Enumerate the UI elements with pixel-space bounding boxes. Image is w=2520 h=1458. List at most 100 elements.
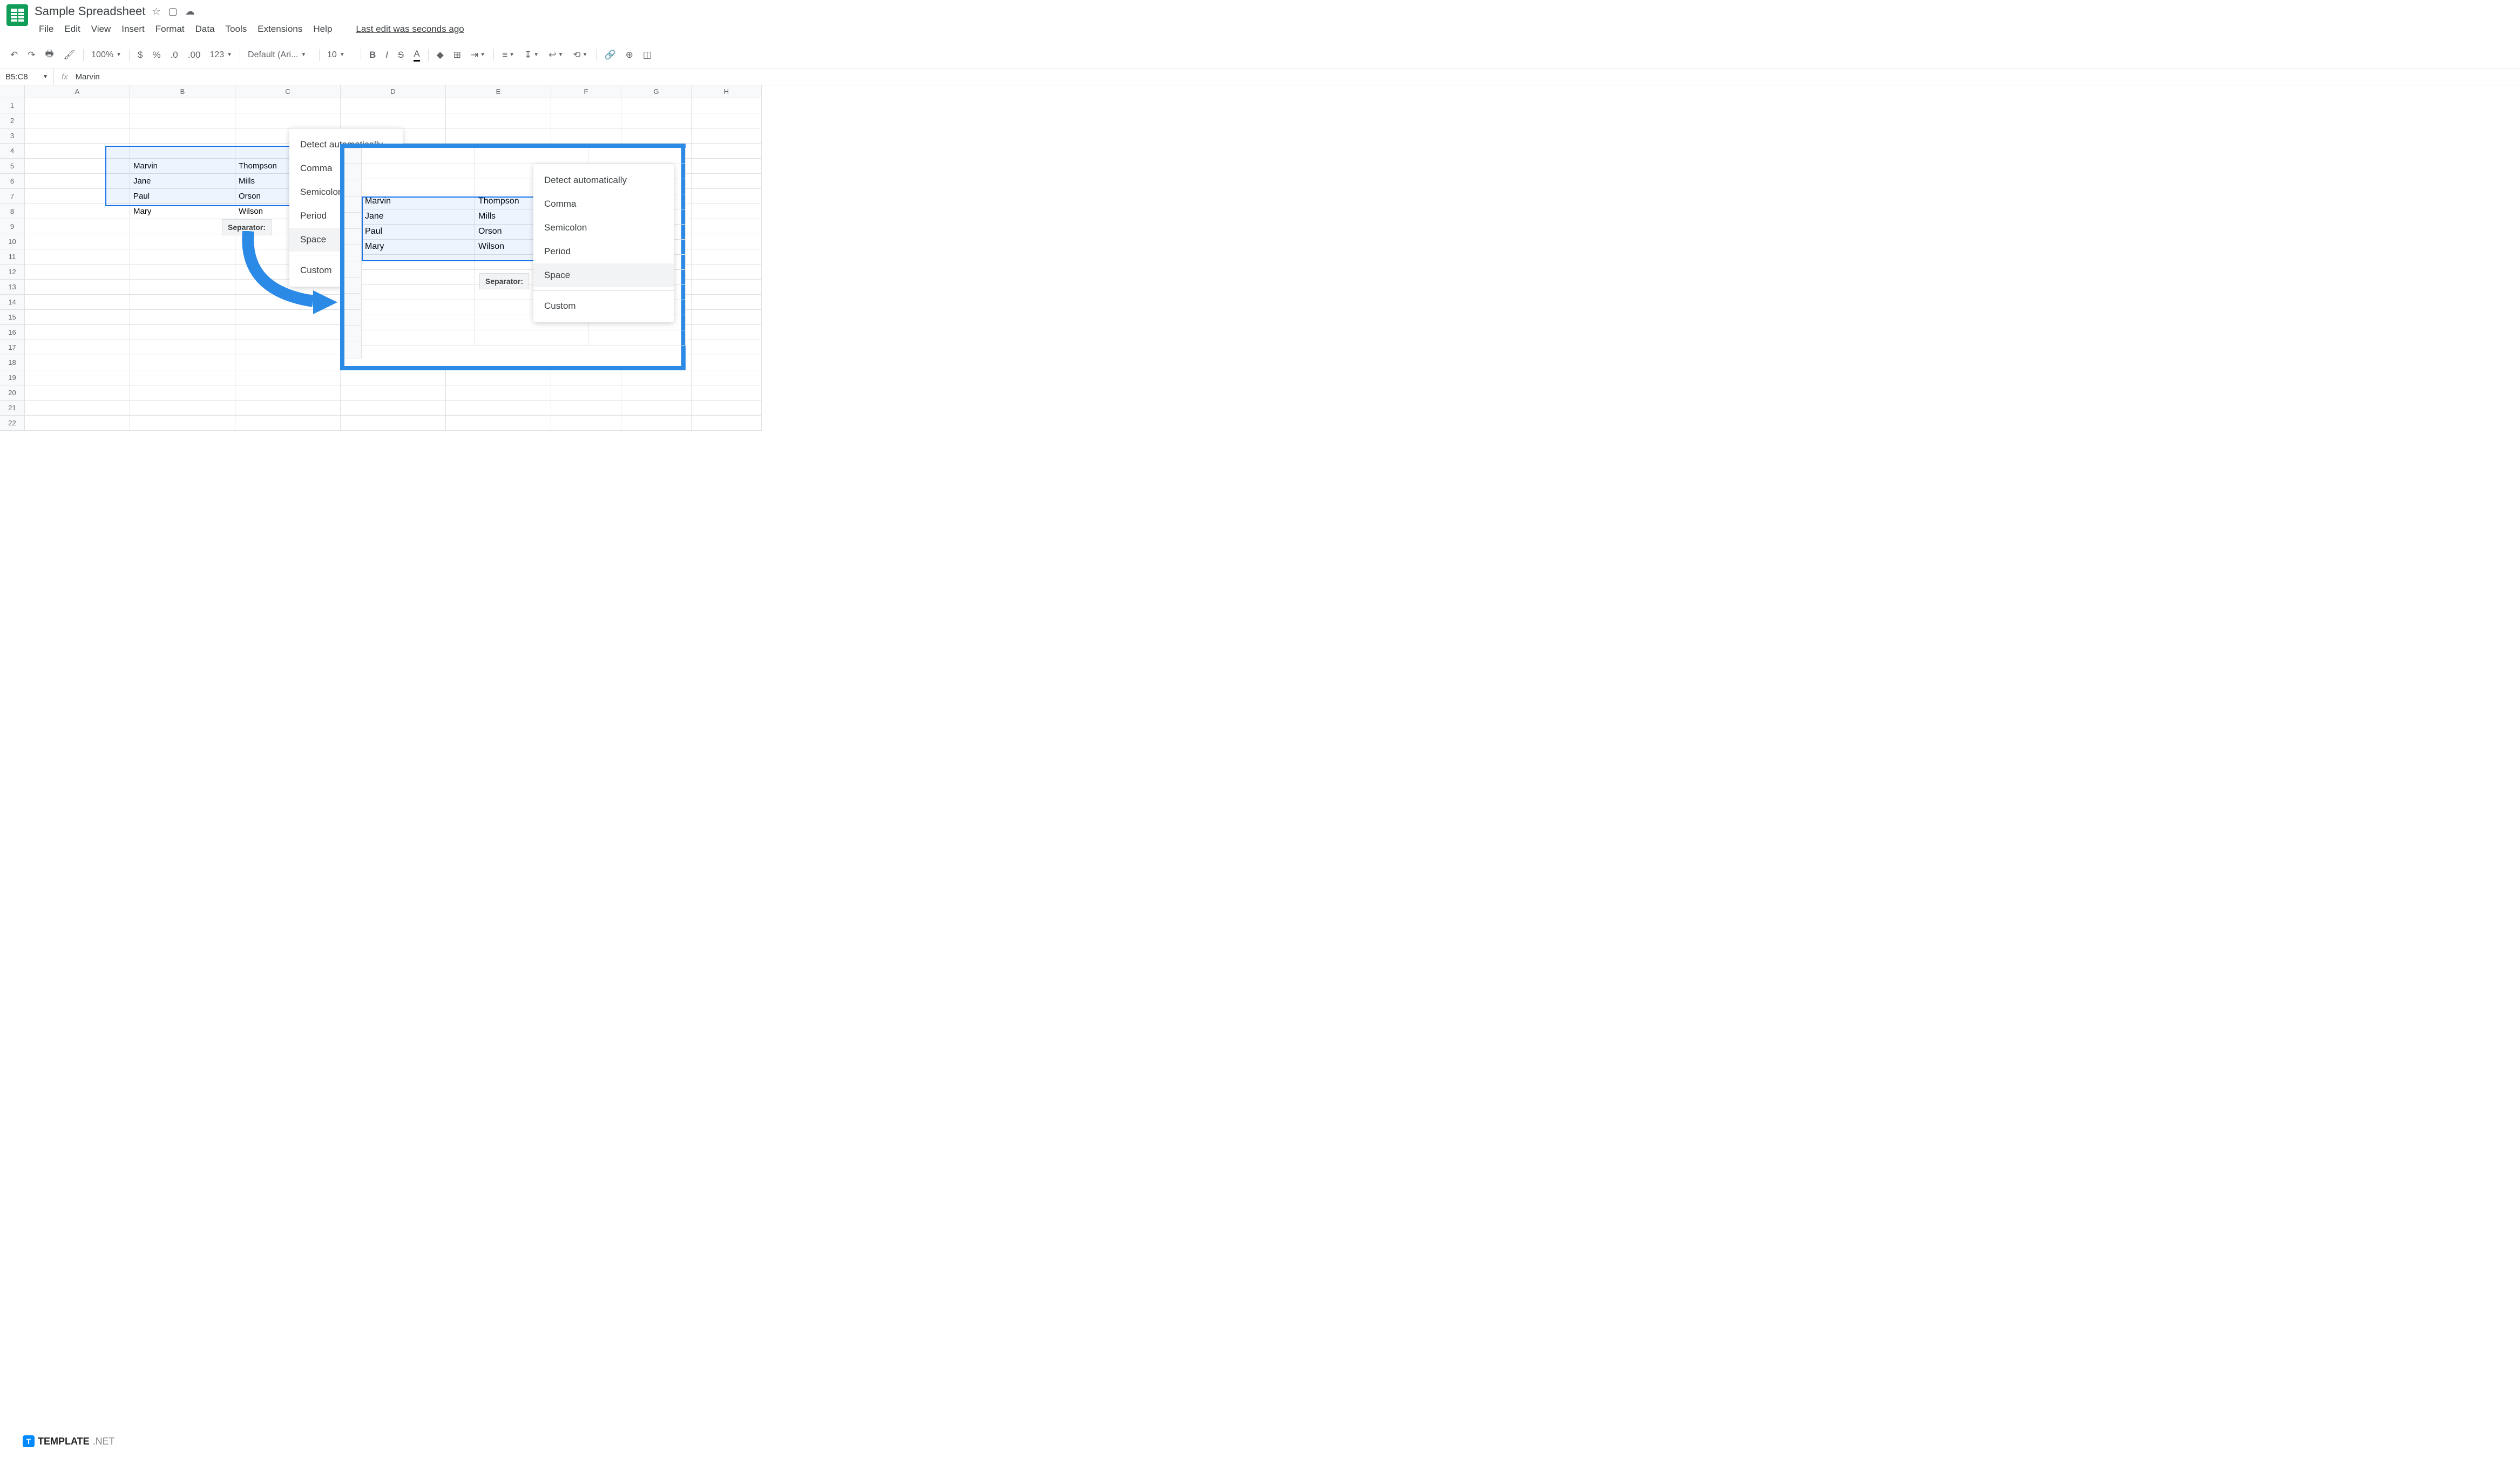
- header: Sample Spreadsheet ☆ ▢ ☁ File Edit View …: [0, 0, 2520, 37]
- formula-input[interactable]: Marvin: [76, 72, 100, 82]
- menu-format[interactable]: Format: [151, 22, 189, 37]
- chart-icon[interactable]: ◫: [639, 47, 655, 63]
- callout-dd-custom[interactable]: Custom: [533, 294, 674, 318]
- last-edit-link[interactable]: Last edit was seconds ago: [351, 22, 468, 37]
- callout-cell[interactable]: Mary: [362, 239, 475, 255]
- currency-button[interactable]: $: [134, 47, 146, 63]
- row-header[interactable]: 3: [0, 128, 25, 144]
- row-header[interactable]: 7: [0, 189, 25, 204]
- callout-cell[interactable]: Marvin: [362, 193, 475, 209]
- paint-format-icon[interactable]: 🖌: [60, 47, 79, 63]
- increase-decimal-button[interactable]: .00: [184, 47, 205, 63]
- row-header[interactable]: 8: [0, 204, 25, 219]
- menu-help[interactable]: Help: [309, 22, 336, 37]
- row-header[interactable]: 22: [0, 416, 25, 431]
- callout-dd-period[interactable]: Period: [533, 240, 674, 263]
- row-header[interactable]: 19: [0, 370, 25, 385]
- rotate-icon[interactable]: ⟲ ▼: [569, 47, 591, 63]
- name-box[interactable]: B5:C8▼: [0, 69, 54, 85]
- col-header[interactable]: D: [341, 85, 446, 98]
- row-header[interactable]: 4: [0, 144, 25, 159]
- link-icon[interactable]: 🔗: [601, 47, 620, 63]
- decrease-decimal-button[interactable]: .0: [167, 47, 182, 63]
- formula-bar: B5:C8▼ fx Marvin: [0, 69, 2520, 85]
- callout-dd-semicolon[interactable]: Semicolon: [533, 216, 674, 240]
- row-header[interactable]: 18: [0, 355, 25, 370]
- row-header[interactable]: 17: [0, 340, 25, 355]
- borders-icon[interactable]: ⊞: [450, 47, 465, 63]
- col-header[interactable]: F: [551, 85, 621, 98]
- star-icon[interactable]: ☆: [152, 6, 160, 17]
- callout-panel: MarvinThompson JaneMills PaulOrson MaryW…: [340, 144, 686, 370]
- col-header[interactable]: E: [446, 85, 551, 98]
- row-header[interactable]: 11: [0, 249, 25, 265]
- font-select[interactable]: Default (Ari...▼: [245, 48, 315, 62]
- font-size-select[interactable]: 10▼: [324, 48, 356, 62]
- zoom-select[interactable]: 100%▼: [88, 48, 125, 62]
- col-header[interactable]: B: [130, 85, 235, 98]
- row-header[interactable]: 2: [0, 113, 25, 128]
- separator-chip[interactable]: Separator:: [222, 219, 272, 235]
- select-all-corner[interactable]: [0, 85, 25, 98]
- strikethrough-button[interactable]: S: [394, 47, 408, 63]
- cell-b7[interactable]: Paul: [130, 189, 235, 204]
- watermark-suffix: .NET: [93, 1436, 115, 1447]
- callout-cell[interactable]: Jane: [362, 208, 475, 225]
- callout-dd-detect-auto[interactable]: Detect automatically: [533, 168, 674, 192]
- col-header[interactable]: H: [692, 85, 762, 98]
- redo-icon[interactable]: ↷: [24, 47, 39, 63]
- v-align-icon[interactable]: ↧ ▼: [520, 47, 543, 63]
- row-header[interactable]: 16: [0, 325, 25, 340]
- cell-b8[interactable]: Mary: [130, 204, 235, 219]
- cloud-icon[interactable]: ☁: [185, 6, 195, 17]
- menu-tools[interactable]: Tools: [221, 22, 252, 37]
- sheets-logo-icon: [6, 4, 28, 26]
- row-header[interactable]: 21: [0, 401, 25, 416]
- watermark-brand: TEMPLATE: [38, 1436, 90, 1447]
- undo-icon[interactable]: ↶: [6, 47, 22, 63]
- text-color-button[interactable]: A: [410, 46, 423, 64]
- callout-separator-chip[interactable]: Separator:: [479, 273, 529, 289]
- col-header[interactable]: G: [621, 85, 692, 98]
- menu-view[interactable]: View: [87, 22, 116, 37]
- callout-dd-comma[interactable]: Comma: [533, 192, 674, 216]
- print-icon[interactable]: 🖶: [42, 44, 58, 65]
- bold-button[interactable]: B: [365, 47, 380, 63]
- merge-cells-icon[interactable]: ⇥ ▼: [467, 47, 489, 63]
- callout-dd-space[interactable]: Space: [533, 263, 674, 287]
- toolbar: ↶ ↷ 🖶 🖌 100%▼ $ % .0 .00 123▼ Default (A…: [0, 41, 2520, 69]
- row-header[interactable]: 5: [0, 159, 25, 174]
- row-header[interactable]: 1: [0, 98, 25, 113]
- col-header[interactable]: C: [235, 85, 341, 98]
- italic-button[interactable]: I: [382, 47, 392, 63]
- row-header[interactable]: 9: [0, 219, 25, 234]
- menu-data[interactable]: Data: [191, 22, 219, 37]
- h-align-icon[interactable]: ≡ ▼: [498, 47, 518, 63]
- number-format-select[interactable]: 123▼: [206, 48, 235, 62]
- watermark: T TEMPLATE.NET: [23, 1435, 115, 1447]
- menu-extensions[interactable]: Extensions: [253, 22, 307, 37]
- menubar: File Edit View Insert Format Data Tools …: [35, 22, 2514, 37]
- row-header[interactable]: 10: [0, 234, 25, 249]
- menu-insert[interactable]: Insert: [117, 22, 149, 37]
- comment-icon[interactable]: ⊕: [622, 47, 637, 63]
- spreadsheet-grid[interactable]: A B C D E F G H 1 2 3 4 5 6 7 8 9 10 11 …: [0, 85, 2520, 431]
- move-icon[interactable]: ▢: [168, 6, 178, 17]
- row-header[interactable]: 20: [0, 385, 25, 401]
- callout-cell[interactable]: Paul: [362, 223, 475, 240]
- row-header[interactable]: 12: [0, 265, 25, 280]
- percent-button[interactable]: %: [148, 47, 164, 63]
- menu-edit[interactable]: Edit: [60, 22, 84, 37]
- cell-b6[interactable]: Jane: [130, 174, 235, 189]
- menu-file[interactable]: File: [35, 22, 58, 37]
- document-title[interactable]: Sample Spreadsheet: [35, 4, 145, 18]
- fill-color-icon[interactable]: ◆: [433, 47, 448, 63]
- col-header[interactable]: A: [25, 85, 130, 98]
- fx-icon: fx: [54, 72, 76, 82]
- wrap-icon[interactable]: ↩ ▼: [545, 47, 567, 63]
- row-header[interactable]: 15: [0, 310, 25, 325]
- row-header[interactable]: 13: [0, 280, 25, 295]
- cell-b5[interactable]: Marvin: [130, 159, 235, 174]
- row-header[interactable]: 6: [0, 174, 25, 189]
- row-header[interactable]: 14: [0, 295, 25, 310]
